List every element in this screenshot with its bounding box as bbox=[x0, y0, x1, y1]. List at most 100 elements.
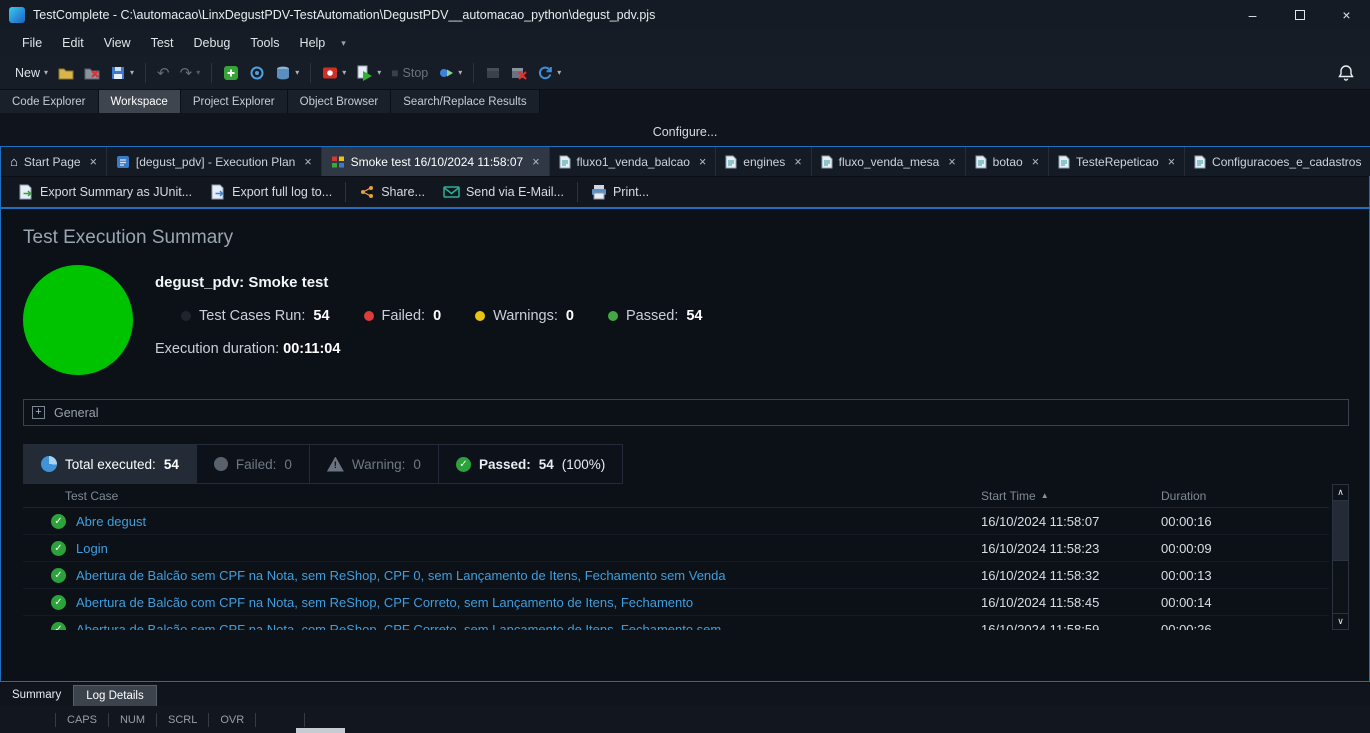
chevron-down-icon: ▾ bbox=[44, 68, 48, 77]
chevron-down-icon[interactable]: ▾ bbox=[335, 38, 352, 49]
close-icon[interactable]: × bbox=[948, 155, 955, 169]
test-case-link[interactable]: Login bbox=[76, 541, 108, 556]
new-button[interactable]: New ▾ bbox=[10, 60, 53, 86]
doc-tab-engines[interactable]: engines × bbox=[716, 147, 811, 176]
table-row[interactable]: ✓ Abre degust 16/10/2024 11:58:07 00:00:… bbox=[23, 508, 1329, 535]
start-time-cell: 16/10/2024 11:58:23 bbox=[981, 541, 1161, 556]
column-start-time[interactable]: Start Time ▲ bbox=[981, 489, 1161, 503]
minimize-button[interactable]: – bbox=[1229, 0, 1276, 30]
toolbar-separator bbox=[145, 63, 146, 83]
data-generator-button[interactable]: ▾ bbox=[270, 60, 304, 86]
toolbar-separator bbox=[577, 182, 578, 202]
close-button[interactable]: × bbox=[1323, 0, 1370, 30]
maximize-button[interactable] bbox=[1276, 0, 1323, 30]
configure-link[interactable]: Configure... bbox=[653, 125, 718, 139]
doc-tab-fluxo-venda-mesa[interactable]: fluxo_venda_mesa × bbox=[812, 147, 966, 176]
scrollbar-track[interactable] bbox=[1333, 561, 1348, 613]
test-case-link[interactable]: Abertura de Balcão sem CPF na Nota, sem … bbox=[76, 568, 726, 583]
menu-file[interactable]: File bbox=[12, 36, 52, 50]
close-icon[interactable]: × bbox=[794, 155, 801, 169]
table-row[interactable]: ✓ Login 16/10/2024 11:58:23 00:00:09 bbox=[23, 535, 1329, 562]
test-case-link[interactable]: Abertura de Balcão sem CPF na Nota, com … bbox=[76, 622, 721, 631]
start-time-cell: 16/10/2024 11:58:07 bbox=[981, 514, 1161, 529]
export-log-button[interactable]: Export full log to... bbox=[201, 184, 341, 200]
result-filter-tabs: Total executed: 54 Failed: 0 ! Warning: … bbox=[23, 444, 1349, 484]
stop-button[interactable]: ■ Stop bbox=[386, 60, 433, 86]
scrollbar-thumb[interactable] bbox=[1333, 501, 1348, 561]
pane-button[interactable] bbox=[480, 60, 506, 86]
save-button[interactable]: ▾ bbox=[105, 60, 139, 86]
add-item-button[interactable] bbox=[218, 60, 244, 86]
general-section-header[interactable]: + General bbox=[23, 399, 1349, 426]
test-case-link[interactable]: Abre degust bbox=[76, 514, 146, 529]
filter-tab-total-executed[interactable]: Total executed: 54 bbox=[23, 444, 197, 484]
scroll-down-icon[interactable]: ∨ bbox=[1333, 613, 1348, 629]
menu-view[interactable]: View bbox=[94, 36, 141, 50]
filter-tab-failed[interactable]: Failed: 0 bbox=[197, 444, 310, 484]
print-button[interactable]: Print... bbox=[582, 184, 658, 200]
close-icon[interactable]: × bbox=[699, 155, 706, 169]
menu-test[interactable]: Test bbox=[141, 36, 184, 50]
table-row[interactable]: ✓ Abertura de Balcão com CPF na Nota, se… bbox=[23, 589, 1329, 616]
debug-run-button[interactable]: ▾ bbox=[433, 60, 467, 86]
tab-summary[interactable]: Summary bbox=[0, 683, 73, 706]
menu-tools[interactable]: Tools bbox=[240, 36, 289, 50]
tab-object-browser[interactable]: Object Browser bbox=[288, 90, 392, 113]
summary-overview: degust_pdv: Smoke test Test Cases Run: 5… bbox=[23, 265, 1349, 377]
checkpoint-button[interactable] bbox=[244, 60, 270, 86]
undo-icon: ↶ bbox=[157, 64, 170, 82]
tab-project-explorer[interactable]: Project Explorer bbox=[181, 90, 288, 113]
open-button[interactable] bbox=[53, 60, 79, 86]
horizontal-scrollbar-thumb[interactable] bbox=[296, 728, 345, 733]
share-button[interactable]: Share... bbox=[350, 184, 434, 200]
rerun-button[interactable]: ▾ bbox=[532, 60, 566, 86]
stat-value: 0 bbox=[433, 308, 441, 324]
export-junit-button[interactable]: Export Summary as JUnit... bbox=[9, 184, 201, 200]
doc-tab-botao[interactable]: botao × bbox=[966, 147, 1049, 176]
close-icon[interactable]: × bbox=[304, 155, 311, 169]
stat-failed: Failed: 0 bbox=[364, 308, 442, 324]
test-case-link[interactable]: Abertura de Balcão com CPF na Nota, sem … bbox=[76, 595, 693, 610]
tab-log-details[interactable]: Log Details bbox=[73, 685, 157, 706]
doc-tab-configuracoes-e-cadastros[interactable]: Configuracoes_e_cadastros × bbox=[1185, 147, 1370, 176]
tab-search-replace-results[interactable]: Search/Replace Results bbox=[391, 90, 539, 113]
close-project-button[interactable] bbox=[79, 60, 105, 86]
expand-icon[interactable]: + bbox=[32, 406, 45, 419]
doc-tab-start-page[interactable]: ⌂ Start Page × bbox=[1, 147, 107, 176]
column-test-case[interactable]: Test Case bbox=[23, 489, 981, 503]
close-icon[interactable]: × bbox=[90, 155, 97, 169]
close-icon[interactable]: × bbox=[532, 155, 539, 169]
execution-duration: Execution duration: 00:11:04 bbox=[155, 341, 703, 357]
filter-tab-warning[interactable]: ! Warning: 0 bbox=[310, 444, 439, 484]
filter-label: Total executed: bbox=[65, 457, 156, 472]
notifications-button[interactable] bbox=[1332, 60, 1360, 86]
run-button[interactable]: ▾ bbox=[351, 60, 386, 86]
tab-code-explorer[interactable]: Code Explorer bbox=[0, 90, 99, 113]
open-folder-icon bbox=[58, 65, 74, 81]
close-icon[interactable]: × bbox=[1032, 155, 1039, 169]
vertical-scrollbar[interactable]: ∧ ∨ bbox=[1332, 484, 1349, 630]
failed-circle-icon bbox=[214, 457, 228, 471]
doc-tab-label: engines bbox=[743, 155, 785, 169]
column-duration[interactable]: Duration bbox=[1161, 489, 1329, 503]
doc-tab-testerepeticao[interactable]: TesteRepeticao × bbox=[1049, 147, 1185, 176]
record-button[interactable]: ▾ bbox=[317, 60, 351, 86]
table-row[interactable]: ✓ Abertura de Balcão sem CPF na Nota, co… bbox=[23, 616, 1329, 630]
tab-workspace[interactable]: Workspace bbox=[99, 90, 181, 113]
doc-tab-fluxo1-venda-balcao[interactable]: fluxo1_venda_balcao × bbox=[550, 147, 717, 176]
menu-edit[interactable]: Edit bbox=[52, 36, 94, 50]
clear-log-button[interactable] bbox=[506, 60, 532, 86]
undo-button[interactable]: ↶ bbox=[152, 60, 175, 86]
send-email-button[interactable]: Send via E-Mail... bbox=[434, 184, 573, 200]
redo-button[interactable]: ↷ ▾ bbox=[175, 60, 206, 86]
status-ovr: OVR bbox=[220, 714, 244, 726]
target-icon bbox=[249, 65, 265, 81]
table-row[interactable]: ✓ Abertura de Balcão sem CPF na Nota, se… bbox=[23, 562, 1329, 589]
menu-help[interactable]: Help bbox=[290, 36, 336, 50]
menu-debug[interactable]: Debug bbox=[184, 36, 241, 50]
doc-tab-smoke-test-log[interactable]: Smoke test 16/10/2024 11:58:07 × bbox=[322, 147, 550, 176]
doc-tab-execution-plan[interactable]: [degust_pdv] - Execution Plan × bbox=[107, 147, 322, 176]
close-icon[interactable]: × bbox=[1168, 155, 1175, 169]
filter-tab-passed[interactable]: ✓ Passed: 54 (100%) bbox=[439, 444, 623, 484]
scroll-up-icon[interactable]: ∧ bbox=[1333, 485, 1348, 501]
